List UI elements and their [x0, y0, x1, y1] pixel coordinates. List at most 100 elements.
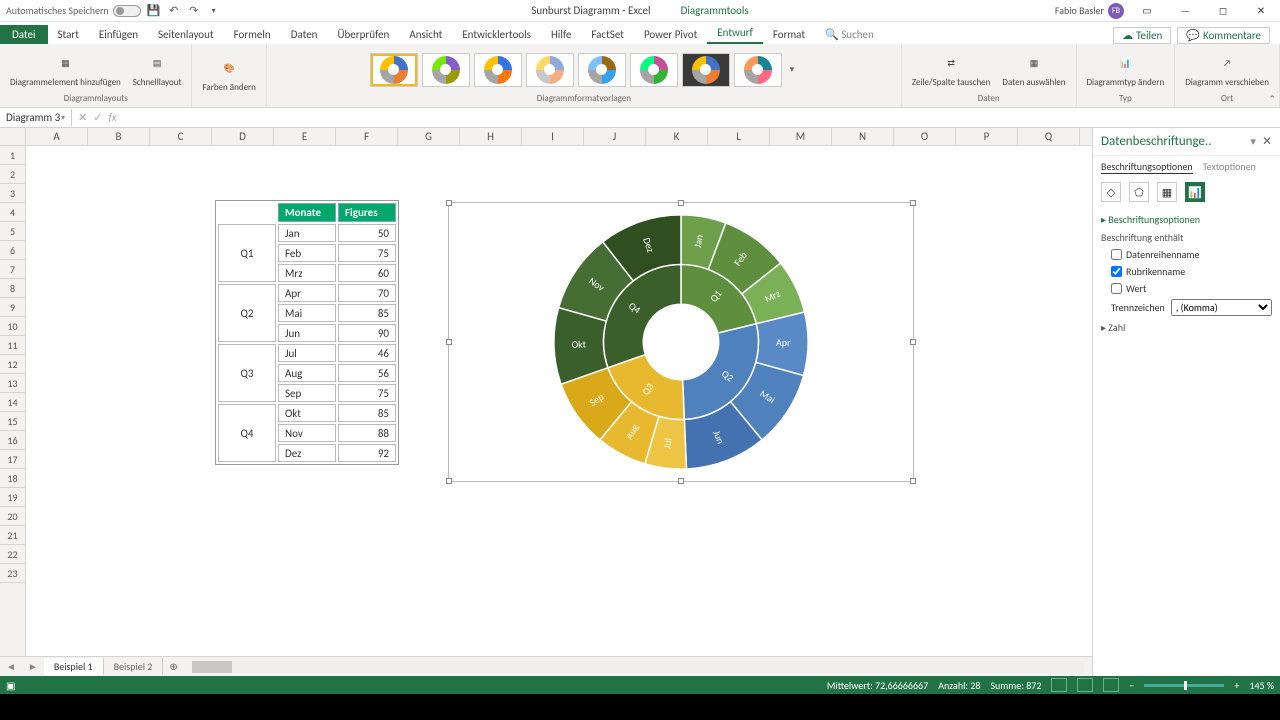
tab-formulas[interactable]: Formeln — [224, 25, 281, 44]
row-headers[interactable]: 1234567891011121314151617181920212223 — [0, 146, 26, 656]
record-macro-icon[interactable]: ▣ — [6, 679, 15, 692]
add-sheet-icon[interactable]: ⊕ — [163, 660, 183, 673]
tab-review[interactable]: Überprüfen — [327, 25, 399, 44]
pane-tab-label-options[interactable]: Beschriftungsoptionen — [1101, 160, 1193, 174]
check-value[interactable]: Wert — [1101, 280, 1272, 297]
select-all-corner[interactable] — [0, 128, 26, 145]
tab-data[interactable]: Daten — [281, 25, 328, 44]
share-button[interactable]: ☁ Teilen — [1113, 27, 1171, 44]
fx-icon[interactable]: fx — [108, 111, 116, 124]
col-D[interactable]: D — [212, 128, 274, 145]
col-L[interactable]: L — [708, 128, 770, 145]
chart-style-3[interactable] — [474, 53, 522, 87]
chart-style-2[interactable] — [422, 53, 470, 87]
pane-tab-text-options[interactable]: Textoptionen — [1203, 160, 1256, 174]
effects-icon[interactable]: ⬠ — [1129, 182, 1149, 202]
col-N[interactable]: N — [832, 128, 894, 145]
tab-pagelayout[interactable]: Seitenlayout — [148, 25, 224, 44]
col-E[interactable]: E — [274, 128, 336, 145]
tab-help[interactable]: Hilfe — [541, 25, 581, 44]
chart-style-7[interactable] — [682, 53, 730, 87]
source-data-table[interactable]: MonateFiguresQ1Jan50Feb75Mrz60Q2Apr70Mai… — [215, 200, 399, 465]
zoom-out-icon[interactable]: − — [1129, 679, 1134, 692]
enter-formula-icon[interactable]: ✓ — [93, 111, 102, 124]
col-A[interactable]: A — [26, 128, 88, 145]
tab-view[interactable]: Ansicht — [399, 25, 452, 44]
chart-style-6[interactable] — [630, 53, 678, 87]
comments-button[interactable]: 💬 Kommentare — [1177, 27, 1270, 44]
zoom-level[interactable]: 145 % — [1249, 679, 1274, 692]
tab-file[interactable]: Datei — [0, 25, 48, 44]
col-O[interactable]: O — [894, 128, 956, 145]
chart-style-4[interactable] — [526, 53, 574, 87]
pane-close-icon[interactable]: ✕ — [1262, 134, 1272, 149]
col-J[interactable]: J — [584, 128, 646, 145]
save-icon[interactable]: 💾 — [147, 4, 161, 18]
sheet-beispiel-2[interactable]: Beispiel 2 — [104, 658, 164, 675]
change-chart-type-button[interactable]: 📊Diagrammtyp ändern — [1083, 50, 1169, 90]
zoom-in-icon[interactable]: + — [1234, 679, 1239, 692]
zoom-slider[interactable] — [1144, 684, 1224, 687]
view-pagelayout-icon[interactable] — [1077, 678, 1093, 692]
ribbon-options-icon[interactable]: ▭ — [1132, 1, 1162, 21]
tab-factset[interactable]: FactSet — [581, 25, 634, 44]
undo-icon[interactable]: ↶ — [167, 4, 181, 18]
label-options-icon[interactable]: 📊 — [1185, 182, 1205, 202]
sheet-nav-next[interactable]: ► — [22, 660, 44, 673]
switch-row-col-button[interactable]: ⇄Zeile/Spalte tauschen — [908, 50, 995, 90]
qat-more-icon[interactable]: ▾ — [207, 4, 221, 18]
styles-more-icon[interactable]: ▾ — [786, 64, 799, 75]
formula-input[interactable] — [123, 116, 1280, 120]
add-chart-element-button[interactable]: ▦Diagrammelement hinzufügen — [6, 50, 125, 90]
col-H[interactable]: H — [460, 128, 522, 145]
col-F[interactable]: F — [336, 128, 398, 145]
section-label-options[interactable]: ▸ Beschriftungsoptionen — [1101, 210, 1272, 229]
move-chart-button[interactable]: ↗Diagramm verschieben — [1181, 50, 1273, 90]
col-K[interactable]: K — [646, 128, 708, 145]
autosave-toggle[interactable]: Automatisches Speichern — [6, 4, 141, 17]
minimize-icon[interactable]: — — [1170, 1, 1200, 21]
tab-insert[interactable]: Einfügen — [89, 25, 148, 44]
select-data-button[interactable]: ▦Daten auswählen — [998, 50, 1069, 90]
search[interactable]: 🔍 Suchen — [815, 25, 884, 44]
col-I[interactable]: I — [522, 128, 584, 145]
grid-cells[interactable]: MonateFiguresQ1Jan50Feb75Mrz60Q2Apr70Mai… — [26, 146, 1092, 656]
chart-style-5[interactable] — [578, 53, 626, 87]
horizontal-scrollbar[interactable] — [192, 661, 1084, 673]
check-category-name[interactable]: Rubrikenname — [1101, 263, 1272, 280]
view-normal-icon[interactable] — [1051, 678, 1067, 692]
col-Q[interactable]: Q — [1018, 128, 1080, 145]
tab-start[interactable]: Start — [48, 25, 89, 44]
pane-dropdown-icon[interactable]: ▾ — [1244, 135, 1262, 148]
cancel-formula-icon[interactable]: ✕ — [78, 111, 87, 124]
col-G[interactable]: G — [398, 128, 460, 145]
size-props-icon[interactable]: ▦ — [1157, 182, 1177, 202]
change-colors-button[interactable]: 🎨Farben ändern — [198, 55, 259, 95]
col-C[interactable]: C — [150, 128, 212, 145]
chart-style-8[interactable] — [734, 53, 782, 87]
tab-developer[interactable]: Entwicklertools — [452, 25, 541, 44]
column-headers[interactable]: A B C D E F G H I J K L M N O P Q — [0, 128, 1092, 146]
collapse-ribbon-icon[interactable]: ⌃ — [1268, 94, 1276, 105]
section-number[interactable]: ▸ Zahl — [1101, 318, 1272, 337]
tab-format[interactable]: Format — [763, 25, 815, 44]
quick-layout-button[interactable]: ▤Schnelllayout — [129, 50, 186, 90]
tab-powerpivot[interactable]: Power Pivot — [634, 25, 707, 44]
close-icon[interactable]: ✕ — [1246, 1, 1276, 21]
separator-select[interactable]: , (Komma) — [1171, 299, 1272, 316]
name-box[interactable]: Diagramm 3 — [0, 109, 72, 126]
maximize-icon[interactable]: ◻ — [1208, 1, 1238, 21]
tab-design[interactable]: Entwurf — [707, 23, 763, 44]
sheet-beispiel-1[interactable]: Beispiel 1 — [44, 658, 104, 675]
user-account[interactable]: Fabio Basler FB — [1055, 3, 1124, 19]
chart-style-1[interactable] — [370, 53, 418, 87]
sunburst-chart[interactable]: JanFebMrzAprMaiJunJulAugSepOktNovDezQ1Q2… — [448, 202, 914, 482]
col-B[interactable]: B — [88, 128, 150, 145]
check-series-name[interactable]: Datenreihenname — [1101, 246, 1272, 263]
col-M[interactable]: M — [770, 128, 832, 145]
view-pagebreak-icon[interactable] — [1103, 678, 1119, 692]
fill-line-icon[interactable]: ◇ — [1101, 182, 1121, 202]
redo-icon[interactable]: ↷ — [187, 4, 201, 18]
sheet-nav-prev[interactable]: ◄ — [0, 660, 22, 673]
col-P[interactable]: P — [956, 128, 1018, 145]
